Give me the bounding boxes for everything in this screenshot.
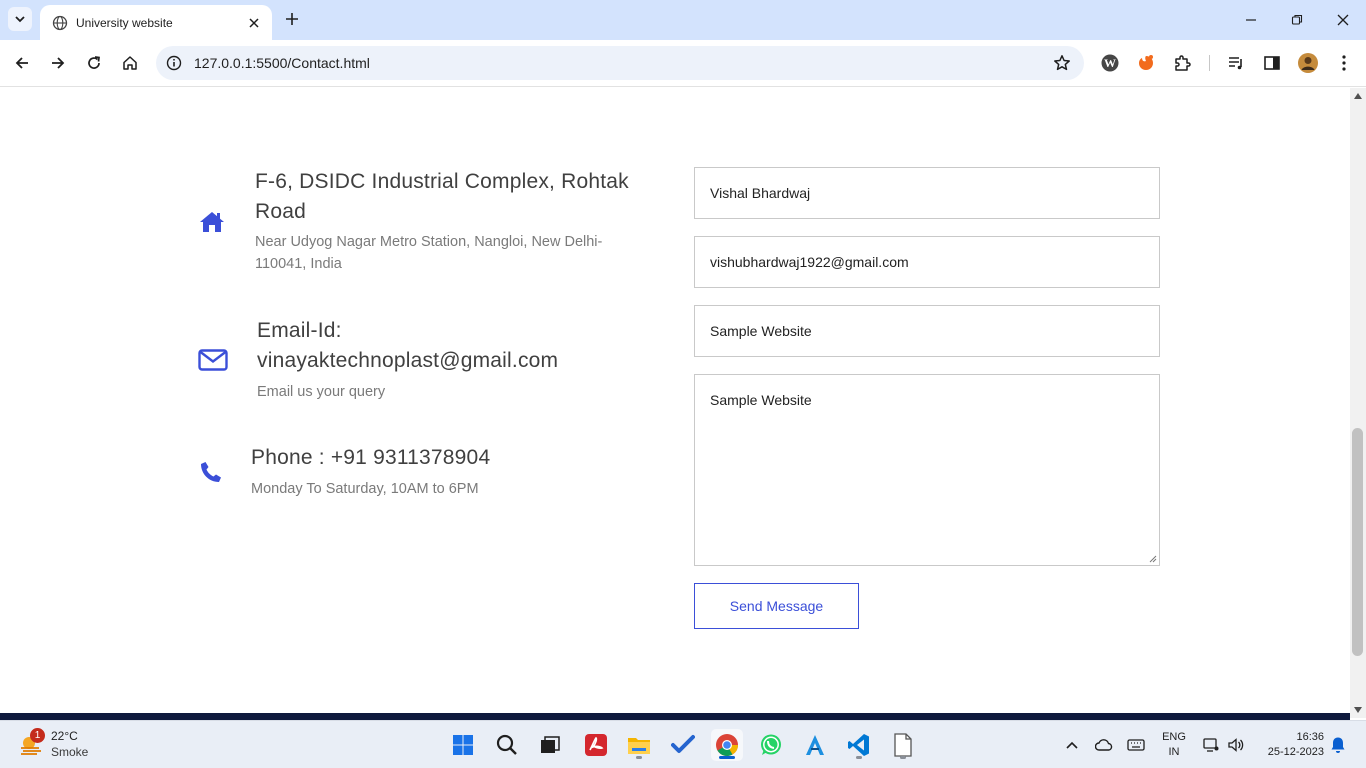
resize-grip-icon[interactable]	[1148, 554, 1157, 563]
tab-title: University website	[76, 15, 173, 30]
running-indicator	[856, 756, 862, 759]
scroll-up-arrow-icon[interactable]	[1354, 92, 1362, 100]
address-bar[interactable]: 127.0.0.1:5500/Contact.html	[156, 46, 1084, 80]
name-input-value: Vishal Bhardwaj	[710, 185, 811, 201]
address-subtitle: Near Udyog Nagar Metro Station, Nangloi,…	[255, 234, 603, 272]
weather-condition: Smoke	[51, 745, 89, 759]
subject-input[interactable]: Sample Website	[694, 305, 1160, 357]
url-text: 127.0.0.1:5500/Contact.html	[194, 55, 370, 71]
contact-page: F-6, DSIDC Industrial Complex, Rohtak Ro…	[0, 88, 1350, 713]
minimize-icon[interactable]	[1239, 8, 1263, 32]
whatsapp-icon[interactable]	[755, 729, 787, 761]
phone-title: Phone : +91 9311378904	[251, 446, 491, 469]
restore-icon[interactable]	[1285, 8, 1309, 32]
browser-toolbar: 127.0.0.1:5500/Contact.html W	[0, 40, 1366, 87]
name-input[interactable]: Vishal Bhardwaj	[694, 167, 1160, 219]
scrollbar-thumb[interactable]	[1352, 428, 1363, 656]
running-indicator	[636, 756, 642, 759]
vscode-icon[interactable]	[843, 729, 875, 761]
send-message-button[interactable]: Send Message	[694, 583, 859, 629]
page-scrollbar[interactable]	[1350, 88, 1366, 718]
scroll-down-arrow-icon[interactable]	[1354, 706, 1362, 714]
bookmark-star-icon[interactable]	[1050, 51, 1074, 75]
wordpress-extension-icon[interactable]: W	[1098, 51, 1122, 75]
onedrive-cloud-icon[interactable]	[1094, 735, 1114, 755]
subject-input-value: Sample Website	[710, 323, 812, 339]
tab-close-icon[interactable]	[246, 15, 262, 31]
chevron-up-icon[interactable]	[1062, 735, 1082, 755]
email-subtitle: Email us your query	[257, 384, 386, 400]
orange-extension-icon[interactable]	[1134, 51, 1158, 75]
footer-edge	[0, 713, 1350, 720]
volume-speaker-icon[interactable]	[1226, 735, 1246, 755]
back-arrow-icon[interactable]	[10, 51, 34, 75]
azure-data-studio-icon[interactable]	[799, 729, 831, 761]
phone-icon	[198, 459, 224, 485]
input-language[interactable]: ENG IN	[1160, 730, 1188, 760]
language-code: ENG	[1162, 731, 1186, 743]
email-input[interactable]: vishubhardwaj1922@gmail.com	[694, 236, 1160, 288]
clock-date: 25-12-2023	[1267, 746, 1324, 758]
windows-start-icon[interactable]	[447, 729, 479, 761]
search-icon[interactable]	[491, 729, 523, 761]
email-title: Email-Id: vinayaktechnoplast@gmail.com	[257, 319, 559, 372]
home-button-icon[interactable]	[118, 51, 142, 75]
browser-tab-active[interactable]: University website	[40, 5, 272, 40]
side-panel-icon[interactable]	[1260, 51, 1284, 75]
active-app-indicator	[719, 756, 735, 759]
file-explorer-icon[interactable]	[623, 729, 655, 761]
region-code: IN	[1168, 746, 1180, 758]
envelope-icon	[198, 348, 228, 372]
message-textarea-value: Sample Website	[710, 392, 812, 408]
home-icon	[198, 209, 226, 235]
close-window-icon[interactable]	[1331, 8, 1355, 32]
notification-bell-icon[interactable]	[1328, 735, 1348, 755]
new-tab-plus-icon[interactable]	[282, 9, 302, 29]
chevron-down-icon	[15, 16, 25, 23]
forward-arrow-icon[interactable]	[46, 51, 70, 75]
running-indicator	[900, 756, 906, 759]
windows-taskbar: 1 22°C Smoke ENG IN 16:36 25-12-2023	[0, 720, 1366, 768]
address-title: F-6, DSIDC Industrial Complex, Rohtak Ro…	[255, 170, 629, 223]
acrobat-reader-icon[interactable]	[580, 729, 612, 761]
browser-tab-strip: University website	[0, 0, 1366, 40]
site-info-icon[interactable]	[164, 53, 184, 73]
svg-text:W: W	[1104, 56, 1116, 70]
email-input-value: vishubhardwaj1922@gmail.com	[710, 254, 909, 270]
notepad-file-icon[interactable]	[887, 729, 919, 761]
tab-search-button[interactable]	[8, 7, 32, 31]
message-textarea[interactable]: Sample Website	[694, 374, 1160, 566]
media-control-icon[interactable]	[1224, 51, 1248, 75]
extensions-puzzle-icon[interactable]	[1170, 51, 1194, 75]
profile-avatar[interactable]	[1296, 51, 1320, 75]
todo-checkmark-icon[interactable]	[667, 729, 699, 761]
system-clock[interactable]: 16:36 25-12-2023	[1254, 730, 1324, 760]
phone-subtitle: Monday To Saturday, 10AM to 6PM	[251, 481, 479, 497]
browser-menu-kebab-icon[interactable]	[1332, 51, 1356, 75]
weather-temperature: 22°C	[51, 729, 78, 743]
network-display-icon[interactable]	[1201, 735, 1221, 755]
toolbar-divider	[1209, 55, 1210, 71]
weather-alert-badge: 1	[30, 728, 45, 743]
globe-icon	[52, 15, 68, 31]
reload-icon[interactable]	[82, 51, 106, 75]
chrome-icon[interactable]	[711, 729, 743, 761]
keyboard-icon[interactable]	[1126, 735, 1146, 755]
task-view-icon[interactable]	[534, 729, 566, 761]
clock-time: 16:36	[1296, 731, 1324, 743]
